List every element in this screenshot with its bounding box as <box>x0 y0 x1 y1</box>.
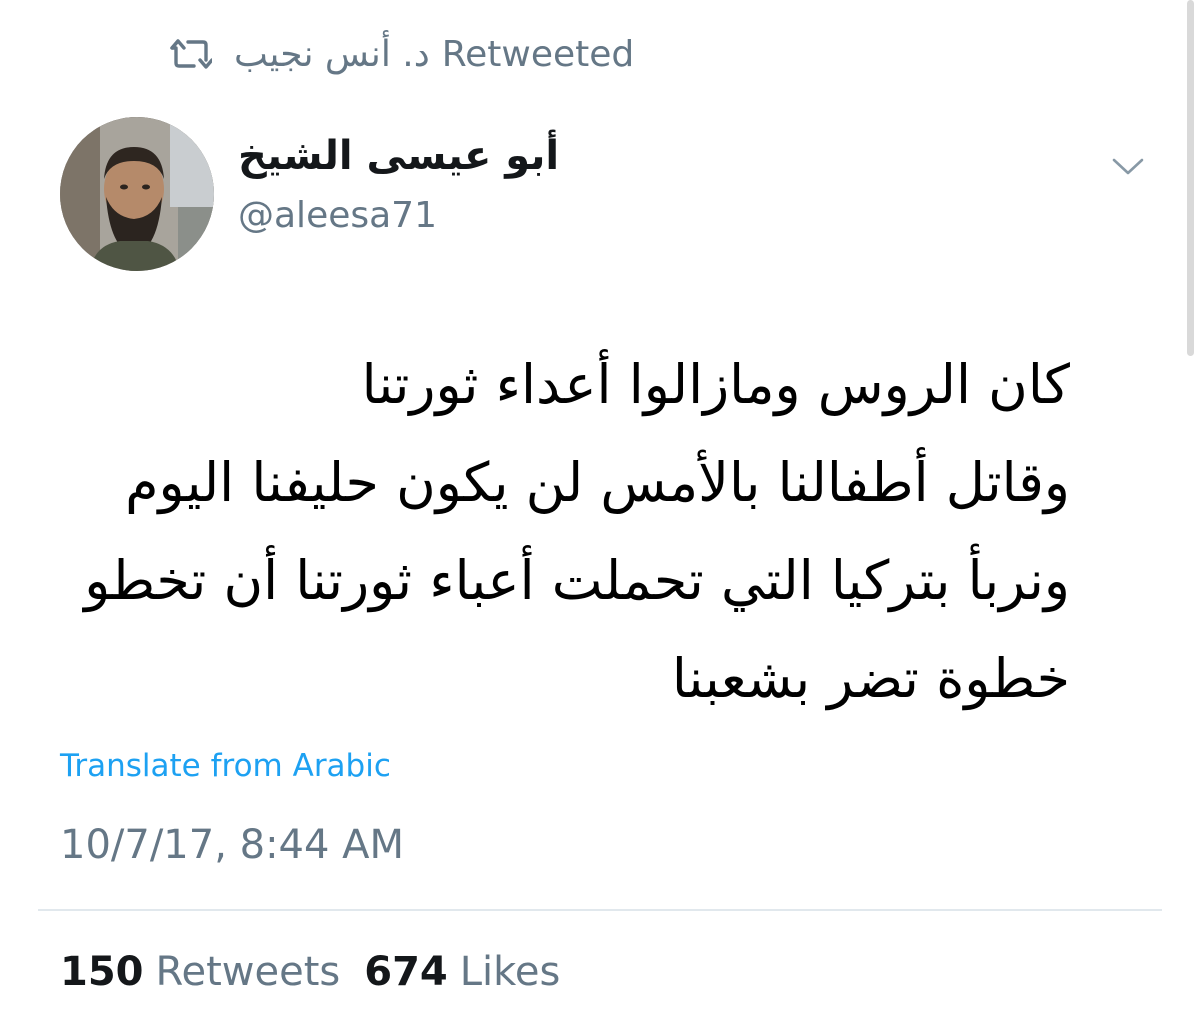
author-handle[interactable]: @aleesa71 <box>238 195 437 236</box>
tweet-text-line: ونربأ بتركيا التي تحملت أعباء ثورتنا أن … <box>84 549 1070 612</box>
likes-stat[interactable]: 674 Likes <box>364 949 560 995</box>
tweet-detail-view: د. أنس نجيب Retweeted أبو عيسى الشيخ @al… <box>0 0 1200 1031</box>
tweet-stats: 150 Retweets 674 Likes <box>60 949 560 995</box>
retweet-icon <box>170 37 212 71</box>
author-display-name[interactable]: أبو عيسى الشيخ <box>238 133 559 179</box>
likes-label: Likes <box>459 949 561 995</box>
avatar[interactable] <box>60 117 214 271</box>
retweeter-name[interactable]: د. أنس نجيب <box>234 34 430 75</box>
tweet-text-line: وقاتل أطفالنا بالأمس لن يكون حليفنا اليو… <box>125 451 1070 514</box>
retweets-label: Retweets <box>155 949 341 995</box>
chevron-down-icon <box>1112 158 1144 175</box>
translate-link[interactable]: Translate from Arabic <box>60 748 391 784</box>
likes-count: 674 <box>364 949 448 995</box>
scrollbar[interactable] <box>1187 0 1194 356</box>
retweets-stat[interactable]: 150 Retweets <box>60 949 340 995</box>
tweet-text-line: خطوة تضر بشعبنا <box>671 647 1070 710</box>
retweet-banner[interactable]: د. أنس نجيب Retweeted <box>170 30 634 78</box>
retweeted-label: Retweeted <box>441 33 635 75</box>
tweet-menu-button[interactable] <box>1110 150 1146 182</box>
divider <box>38 909 1162 911</box>
profile-photo-icon <box>60 117 214 271</box>
tweet-text-line: كان الروس ومازالوا أعداء ثورتنا <box>361 353 1070 416</box>
tweet-text: كان الروس ومازالوا أعداء ثورتنا وقاتل أط… <box>60 336 1070 728</box>
retweets-count: 150 <box>60 949 144 995</box>
tweet-timestamp: 10/7/17, 8:44 AM <box>60 822 405 868</box>
